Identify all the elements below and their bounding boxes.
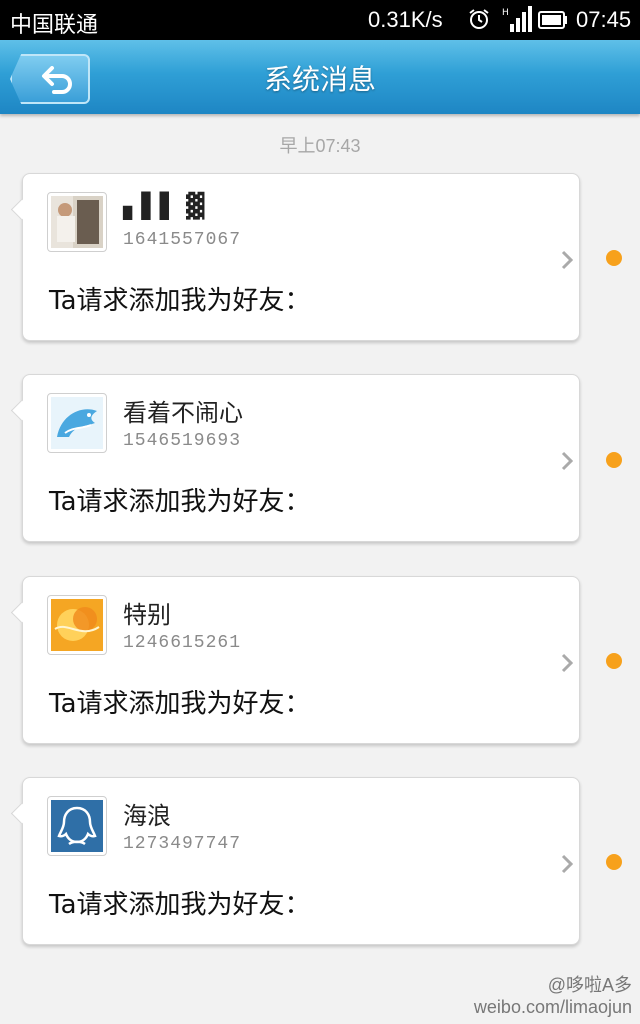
friend-request-card[interactable]: 海浪 1273497747 Ta请求添加我为好友： — [22, 777, 580, 945]
user-id: 1546519693 — [123, 431, 242, 451]
alarm-icon — [469, 9, 489, 29]
signal-icon: H — [502, 6, 532, 32]
unread-dot — [606, 250, 622, 266]
network-speed: 0.31K/s — [368, 7, 443, 32]
user-nickname: ▖▌▌ ▓ — [123, 192, 205, 220]
user-id: 1246615261 — [123, 633, 242, 653]
user-nickname: 看着不闹心 — [123, 399, 243, 427]
unread-dot — [606, 854, 622, 870]
user-nickname: 海浪 — [123, 802, 171, 830]
status-time: 07:45 — [576, 7, 632, 32]
message-timestamp: 早上07:43 — [279, 136, 361, 156]
friend-request-card[interactable]: ▖▌▌ ▓ 1641557067 Ta请求添加我为好友： — [22, 173, 580, 341]
chevron-right-icon — [561, 653, 573, 673]
avatar[interactable] — [47, 393, 107, 453]
chevron-right-icon — [561, 451, 573, 471]
avatar[interactable] — [47, 796, 107, 856]
avatar[interactable] — [47, 192, 107, 252]
page-title: 系统消息 — [263, 63, 376, 96]
chevron-right-icon — [561, 854, 573, 874]
friend-request-card[interactable]: 看着不闹心 1546519693 Ta请求添加我为好友： — [22, 374, 580, 542]
carrier-name: 中国联通 — [10, 13, 99, 38]
request-text: Ta请求添加我为好友： — [49, 890, 311, 920]
watermark-url: weibo.com/limaojun — [473, 997, 632, 1017]
user-id: 1641557067 — [123, 230, 242, 250]
unread-dot — [606, 452, 622, 468]
request-text: Ta请求添加我为好友： — [49, 286, 311, 316]
unread-dot — [606, 653, 622, 669]
request-text: Ta请求添加我为好友： — [49, 487, 311, 517]
watermark: @哆啦A多 weibo.com/limaojun — [474, 974, 632, 1018]
title-bar: 系统消息 — [0, 40, 640, 114]
avatar[interactable] — [47, 595, 107, 655]
status-bar: 中国联通 0.31K/s H 07:45 — [0, 0, 640, 40]
friend-request-card[interactable]: 特别 1246615261 Ta请求添加我为好友： — [22, 576, 580, 744]
watermark-handle: @哆啦A多 — [547, 975, 632, 995]
request-text: Ta请求添加我为好友： — [49, 689, 311, 719]
battery-icon — [538, 11, 567, 29]
svg-text:H: H — [502, 8, 509, 18]
chevron-right-icon — [561, 250, 573, 270]
user-id: 1273497747 — [123, 834, 242, 854]
user-nickname: 特别 — [123, 601, 171, 629]
